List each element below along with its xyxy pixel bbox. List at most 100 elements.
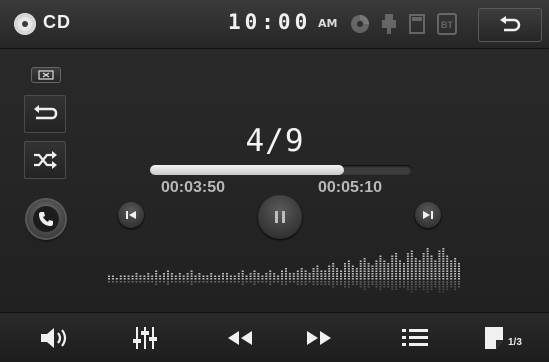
spectrum-bar [123,275,126,283]
spectrum-bar [446,255,449,290]
playlist-button[interactable] [380,313,450,362]
spectrum-bar [229,275,232,283]
spectrum-bar [324,270,327,285]
source-label: CD [43,12,71,32]
progress-bar[interactable] [150,165,412,175]
spectrum-bar [194,275,197,283]
spectrum-bar [355,268,358,285]
spectrum-bar [119,275,122,283]
volume-button[interactable] [20,313,90,362]
phone-icon [39,212,53,226]
spectrum-bar [414,258,417,290]
spectrum-bar [210,273,213,283]
spectrum-bar [387,263,390,288]
spectrum-bar [371,265,374,285]
pause-button[interactable] [258,195,302,239]
spectrum-bar [285,268,287,285]
spectrum-bar [363,258,366,290]
page-indicator: 1/3 [508,337,522,348]
spectrum-bar [108,275,110,283]
spectrum-bar [395,253,398,290]
phone-button[interactable] [27,200,65,238]
spectrum-bar [202,275,205,283]
repeat-button[interactable] [24,95,66,133]
spectrum-bar [131,275,134,283]
spectrum-bar [170,273,173,283]
top-bar: CD 10:00 AM BT [0,0,549,49]
spectrum-bar [292,273,295,283]
spectrum-bar [226,273,228,283]
spectrum-bar [198,273,201,283]
spectrum-bar [143,275,146,283]
spectrum-bar [320,270,323,285]
spectrum-bar [147,273,150,283]
spectrum-bar [438,250,441,293]
spectrum-bar [418,260,421,288]
next-track-icon [423,211,433,219]
pause-icon [275,211,285,223]
display-toggle-icon [38,70,54,80]
rewind-icon [228,331,252,345]
clock-ampm: AM [318,17,338,30]
spectrum-bar [308,273,311,283]
elapsed-time: 00:03:50 [161,179,226,196]
spectrum-bar [253,270,256,285]
shuffle-button[interactable] [24,141,66,179]
spectrum-bar [163,273,165,283]
spectrum-bar [151,275,154,283]
spectrum-bar [281,270,283,285]
spectrum-bar [347,260,350,288]
spectrum-bar [178,273,181,283]
spectrum-bar [351,265,354,285]
spectrum-bar [167,270,169,285]
bt-label: BT [441,20,453,30]
spectrum-bar [391,255,394,290]
spectrum-bar [375,260,378,288]
equalizer-icon [133,327,157,349]
spectrum-bar [296,270,299,285]
spectrum-bar [174,275,177,283]
track-counter: 4/9 [245,123,305,159]
spectrum-bar [422,253,425,290]
shuffle-icon [34,151,57,169]
fast-forward-button[interactable] [284,313,354,362]
back-button[interactable] [478,8,542,42]
bottom-bar [0,312,549,362]
spectrum-bar [135,273,138,283]
spectrum-bar [257,273,260,283]
rewind-button[interactable] [205,313,275,362]
phone-button-inner [33,206,59,232]
spectrum-bar [277,275,280,283]
volume-icon [41,328,67,348]
spectrum-bar [237,273,240,283]
spectrum-bar [233,275,236,283]
display-toggle-button[interactable] [31,67,61,83]
spectrum-bar [383,260,386,288]
spectrum-bar [458,263,460,288]
spectrum-bar [249,273,252,283]
spectrum-bar [300,268,303,285]
page-button[interactable] [468,313,538,362]
spectrum-bar [344,263,346,288]
spectrum-bar [367,263,370,288]
spectrum-bar [312,268,315,285]
previous-track-button[interactable] [118,202,144,228]
spectrum-bar [127,275,130,283]
spectrum-bar [340,270,342,285]
spectrum-bar [214,275,217,283]
spectrum-bar [190,270,193,285]
cd-disc-icon [14,13,36,35]
fast-forward-icon [307,331,331,345]
spectrum-bar [115,278,118,283]
spectrum-bar [336,268,339,285]
spectrum-bar [430,255,433,290]
spectrum-bar [399,260,401,288]
spectrum-bar [406,253,409,290]
spectrum-bar [222,273,224,283]
spectrum-bar [316,265,319,285]
equalizer-button[interactable] [110,313,180,362]
spectrum-bar [241,270,244,285]
next-track-button[interactable] [415,202,441,228]
spectrum-bar [434,260,437,288]
spectrum-bar [450,260,453,288]
